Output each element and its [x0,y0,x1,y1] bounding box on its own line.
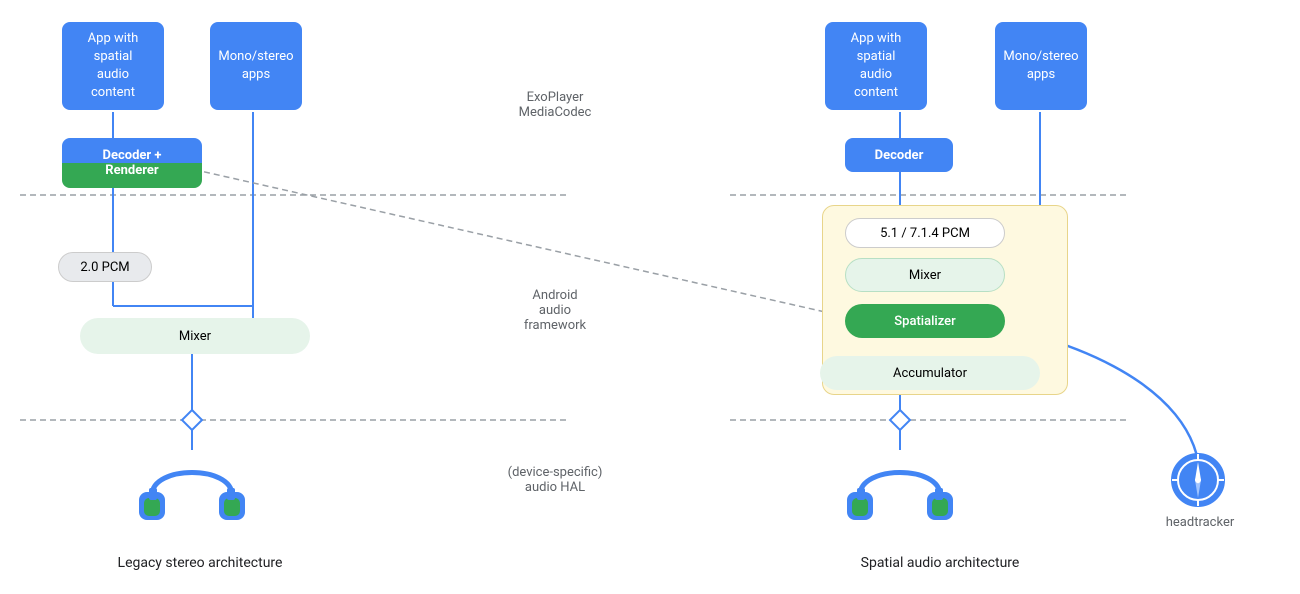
left-headphone-icon [134,450,250,530]
headtracker-icon [1170,452,1226,508]
diagram-container: App with spatial audio content Mono/ster… [0,0,1300,594]
left-mono-stereo-box: Mono/stereo apps [210,22,302,110]
right-headphone-icon [842,450,958,530]
left-pcm-label: 2.0 PCM [58,252,152,282]
right-app-spatial-box: App with spatial audio content [825,22,927,110]
left-decoder-renderer-box: Decoder + Renderer [62,138,202,188]
center-hal-label: (device-specific) audio HAL [490,465,620,495]
left-app-spatial-box: App with spatial audio content [62,22,164,110]
right-mixer-box: Mixer [845,258,1005,292]
center-android-label: Android audio framework [490,288,620,333]
left-arch-label: Legacy stereo architecture [80,555,320,571]
right-accumulator-box: Accumulator [820,356,1040,390]
right-spatializer-box: Spatializer [845,304,1005,338]
right-pcm-label: 5.1 / 7.1.4 PCM [845,218,1005,248]
right-arch-label: Spatial audio architecture [820,555,1060,571]
headtracker-label: headtracker [1160,515,1240,530]
left-mixer-box: Mixer [80,318,310,354]
center-exoplayer-label: ExoPlayer MediaCodec [490,90,620,120]
right-mono-stereo-box: Mono/stereo apps [995,22,1087,110]
right-decoder-box: Decoder [845,138,953,172]
